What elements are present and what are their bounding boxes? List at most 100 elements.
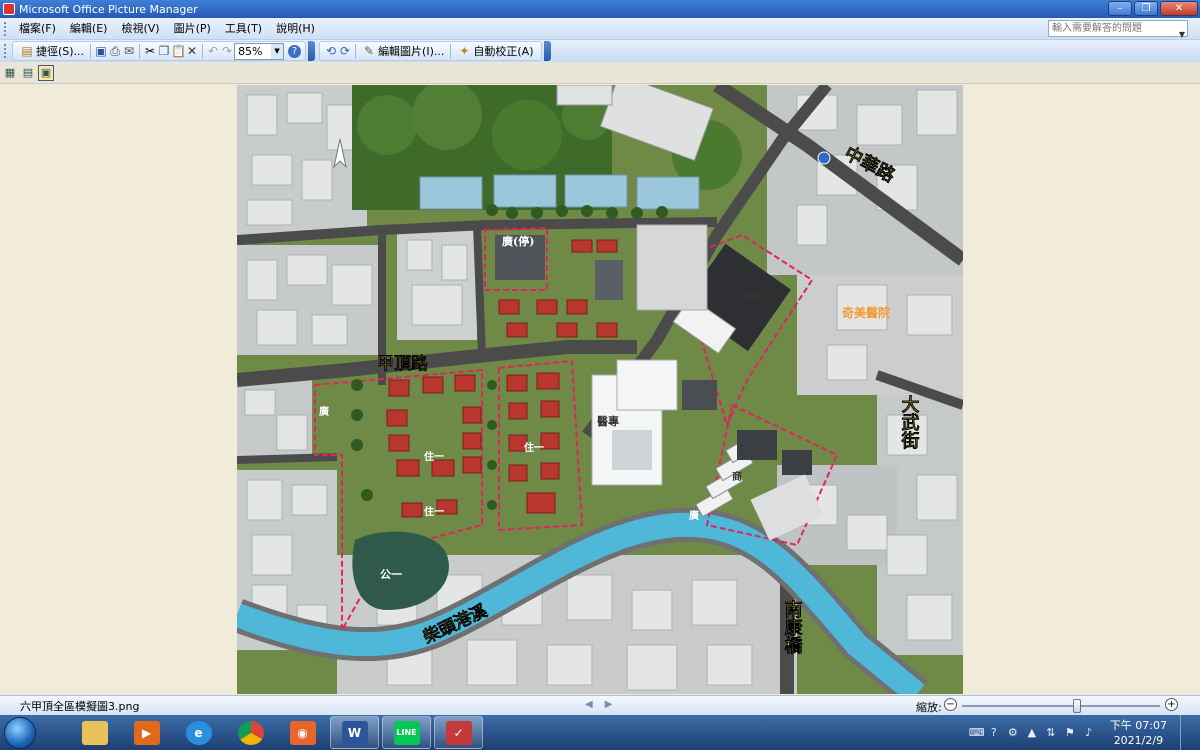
toolbar-options-chevron[interactable] xyxy=(543,41,551,61)
label-plaza-parking: 廣(停) xyxy=(502,234,534,248)
taskbar-file-explorer[interactable] xyxy=(70,716,119,749)
filmstrip-view-icon[interactable]: ▤ xyxy=(20,65,36,81)
start-button[interactable] xyxy=(4,716,36,749)
single-picture-view-icon[interactable]: ▣ xyxy=(38,64,54,81)
label-plaza-2: 廣 xyxy=(688,509,699,522)
paste-icon[interactable]: 📋 xyxy=(171,44,186,58)
toolbar-separator xyxy=(355,43,357,59)
status-file-name: 六甲頂全區模擬圖3.png xyxy=(20,699,140,713)
menu-edit[interactable]: 編輯(E) xyxy=(63,19,115,39)
zoom-out-icon[interactable]: − xyxy=(944,698,957,711)
settings-tray-icon[interactable]: ⚙ xyxy=(1007,726,1019,739)
aerial-site-rendering: 中華路 甲頂路 大武街 南康橋 柴頭港溪 奇美醫院 醫專 醫專 廣(停) 住一 … xyxy=(237,85,963,694)
taskbar-word[interactable]: W xyxy=(330,716,379,749)
undo-icon[interactable]: ↶ xyxy=(206,44,220,58)
line-icon: LINE xyxy=(393,720,420,745)
label-dawu-street: 大武街 xyxy=(899,394,921,450)
chevron-up-icon[interactable]: ▲ xyxy=(1026,726,1038,739)
show-desktop-button[interactable] xyxy=(1180,715,1192,750)
internet-explorer-icon: e xyxy=(185,720,212,745)
rotate-right-icon[interactable]: ⟳ xyxy=(338,44,352,58)
auto-correct-button[interactable]: ✦ 自動校正(A) xyxy=(454,42,536,60)
flag-icon[interactable]: ⚑ xyxy=(1064,726,1076,739)
label-residential-1: 住一 xyxy=(424,450,444,463)
edit-picture-label: 編輯圖片(I)... xyxy=(378,45,445,58)
taskbar-internet-explorer[interactable]: e xyxy=(174,716,223,749)
label-medical-2: 醫專 xyxy=(597,414,619,428)
delete-icon[interactable]: ✕ xyxy=(185,44,199,58)
toolbar-separator xyxy=(450,43,452,59)
zoom-label: 縮放: xyxy=(916,701,942,714)
help-icon[interactable]: ? xyxy=(288,44,302,58)
previous-picture-icon[interactable]: ◀ xyxy=(585,699,605,710)
print-icon[interactable]: ⎙ xyxy=(108,44,122,58)
taskbar-camera[interactable]: ◉ xyxy=(278,716,327,749)
zoom-in-icon[interactable]: + xyxy=(1165,698,1178,711)
shortcuts-button[interactable]: ▤ 捷徑(S)... xyxy=(17,42,87,60)
taskbar-apps: ▶ e ◉ W LINE ✓ xyxy=(70,716,483,749)
label-plaza-1: 廣 xyxy=(318,405,329,418)
auto-correct-icon: ✦ xyxy=(459,44,470,58)
toolbar-options-chevron[interactable] xyxy=(308,41,316,61)
toolbar-grip[interactable] xyxy=(4,44,7,58)
copy-icon[interactable]: ❐ xyxy=(157,44,171,58)
clock-date: 2021/2/9 xyxy=(1113,733,1164,747)
restore-button[interactable]: ❐ xyxy=(1134,1,1158,16)
help-tray-icon[interactable]: ? xyxy=(988,726,1000,739)
menu-tools[interactable]: 工具(T) xyxy=(218,19,269,39)
window-title: Microsoft Office Picture Manager xyxy=(19,2,198,16)
label-nankang-bridge: 南康橋 xyxy=(782,599,803,655)
taskbar-picture-manager[interactable]: ✓ xyxy=(434,716,483,749)
label-park: 公一 xyxy=(380,568,402,581)
thumbnail-view-icon[interactable]: ▦ xyxy=(2,65,18,81)
menu-grip[interactable] xyxy=(4,21,7,36)
camera-icon: ◉ xyxy=(289,720,316,745)
title-bar: Microsoft Office Picture Manager – ❐ ✕ xyxy=(0,0,1200,18)
menu-picture[interactable]: 圖片(P) xyxy=(167,19,218,39)
media-player-icon: ▶ xyxy=(133,720,160,745)
edit-picture-button[interactable]: ✎ 編輯圖片(I)... xyxy=(359,42,447,60)
keyboard-icon[interactable]: ⌨ xyxy=(969,726,985,739)
taskbar-chrome[interactable] xyxy=(226,716,275,749)
toolbar-separator xyxy=(90,43,92,59)
chevron-down-icon[interactable]: ▼ xyxy=(271,43,284,59)
auto-correct-label: 自動校正(A) xyxy=(473,45,534,58)
site-plan-image: 中華路 甲頂路 大武街 南康橋 柴頭港溪 奇美醫院 醫專 醫專 廣(停) 住一 … xyxy=(237,85,963,694)
window-controls: – ❐ ✕ xyxy=(1108,1,1198,16)
volume-icon[interactable]: ♪ xyxy=(1083,726,1095,739)
email-icon[interactable]: ✉ xyxy=(122,44,136,58)
chrome-icon xyxy=(237,720,264,745)
redo-icon[interactable]: ↷ xyxy=(220,44,234,58)
taskbar-clock[interactable]: 下午 07:07 2021/2/9 xyxy=(1110,718,1167,748)
taskbar-media-player[interactable]: ▶ xyxy=(122,716,171,749)
help-search-input[interactable]: 輸入需要解答的問題 ▼ xyxy=(1048,20,1188,39)
zoom-slider-thumb[interactable] xyxy=(1072,699,1081,713)
menu-help[interactable]: 說明(H) xyxy=(269,19,322,39)
cut-icon[interactable]: ✂ xyxy=(143,44,157,58)
label-commercial: 商 xyxy=(732,470,742,483)
clock-time: 下午 07:07 xyxy=(1109,718,1167,732)
next-picture-icon[interactable]: ▶ xyxy=(605,699,625,710)
menu-bar: 檔案(F) 編輯(E) 檢視(V) 圖片(P) 工具(T) 說明(H) 輸入需要… xyxy=(0,18,1200,40)
folder-icon xyxy=(81,720,108,745)
network-icon[interactable]: ⇅ xyxy=(1045,726,1057,739)
minimize-button[interactable]: – xyxy=(1108,1,1132,16)
rotate-left-icon[interactable]: ⟲ xyxy=(324,44,338,58)
toolbar-separator xyxy=(139,43,141,59)
taskbar: ▶ e ◉ W LINE ✓ ⌨ ? ⚙ ▲ ⇅ ⚑ ♪ 下午 07:07 20… xyxy=(0,715,1200,750)
picture-manager-icon: ✓ xyxy=(445,720,472,745)
status-bar: 六甲頂全區模擬圖3.png ◀▶ 縮放: − + xyxy=(0,695,1200,715)
shortcuts-icon: ▤ xyxy=(21,44,33,58)
taskbar-line[interactable]: LINE xyxy=(382,716,431,749)
picture-manager-app-icon[interactable] xyxy=(3,3,15,15)
zoom-select[interactable]: 85% ▼ xyxy=(234,42,285,60)
menu-file[interactable]: 檔案(F) xyxy=(12,19,63,39)
menu-view[interactable]: 檢視(V) xyxy=(114,19,166,39)
close-button[interactable]: ✕ xyxy=(1160,1,1198,16)
label-hospital-name: 奇美醫院 xyxy=(842,305,890,320)
label-residential-2: 住一 xyxy=(524,441,544,454)
save-icon[interactable]: ▣ xyxy=(94,44,108,58)
label-residential-3: 住一 xyxy=(424,505,444,518)
edit-picture-icon: ✎ xyxy=(364,44,375,58)
zoom-slider-track[interactable] xyxy=(962,705,1160,707)
